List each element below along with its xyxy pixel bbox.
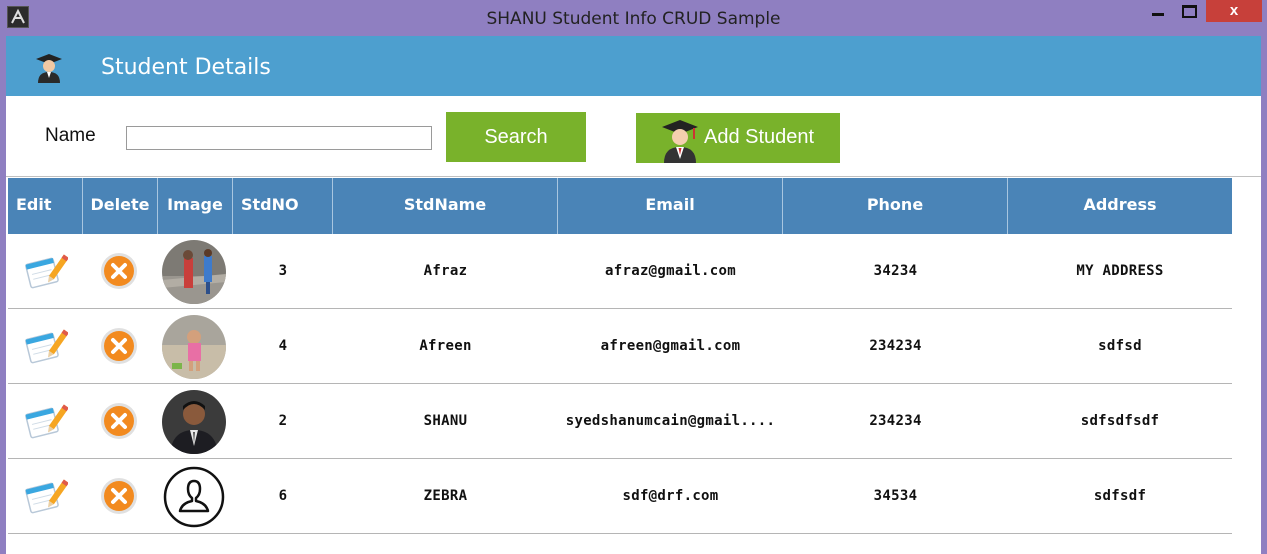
column-header-stdname[interactable]: StdName <box>333 178 558 234</box>
column-header-delete[interactable]: Delete <box>83 178 158 234</box>
column-header-edit[interactable]: Edit <box>8 178 83 234</box>
name-label: Name <box>45 125 96 146</box>
graduate-icon <box>656 115 704 163</box>
delete-icon[interactable] <box>99 251 139 291</box>
minimize-button[interactable] <box>1146 0 1172 22</box>
column-header-phone[interactable]: Phone <box>783 178 1008 234</box>
student-number: 6 <box>278 488 288 504</box>
student-name: ZEBRA <box>423 488 468 504</box>
student-phone: 34534 <box>873 488 918 504</box>
student-photo <box>162 315 226 379</box>
student-email: sdf@drf.com <box>622 488 719 504</box>
graduate-icon <box>32 50 66 84</box>
page-title: Student Details <box>101 55 271 80</box>
edit-icon[interactable] <box>22 251 69 291</box>
delete-icon[interactable] <box>99 326 139 366</box>
student-email: afraz@gmail.com <box>605 263 736 279</box>
student-email: afreen@gmail.com <box>600 338 741 354</box>
student-phone: 234234 <box>869 413 922 429</box>
student-address: sdfsdf <box>1093 488 1147 504</box>
table-row[interactable]: 2 SHANU syedshanumcain@gmail.... 234234 … <box>8 384 1232 459</box>
edit-icon[interactable] <box>22 476 69 516</box>
table-row[interactable]: 6 ZEBRA sdf@drf.com 34534 sdfsdf <box>8 459 1232 534</box>
student-name: Afraz <box>423 263 468 279</box>
add-student-label: Add Student <box>704 126 815 148</box>
add-student-button[interactable]: Add Student <box>636 113 840 163</box>
delete-icon[interactable] <box>99 476 139 516</box>
table-row[interactable]: 3 Afraz afraz@gmail.com 34234 MY ADDRESS <box>8 234 1232 309</box>
table-row[interactable]: 4 Afreen afreen@gmail.com 234234 sdfsd <box>8 309 1232 384</box>
student-phone: 234234 <box>869 338 922 354</box>
name-search-input[interactable] <box>126 126 432 150</box>
student-number: 4 <box>278 338 288 354</box>
edit-icon[interactable] <box>22 401 69 441</box>
page-header: Student Details <box>6 36 1261 96</box>
student-address: MY ADDRESS <box>1076 263 1164 279</box>
column-header-stdno[interactable]: StdNO <box>233 178 333 234</box>
edit-icon[interactable] <box>22 326 69 366</box>
student-photo <box>162 390 226 454</box>
search-button[interactable]: Search <box>446 112 586 162</box>
maximize-button[interactable] <box>1175 0 1201 22</box>
student-address: sdfsdfsdf <box>1080 413 1160 429</box>
student-name: Afreen <box>419 338 472 354</box>
grid-header-row: Edit Delete Image StdNO StdName Email Ph… <box>8 178 1232 234</box>
default-user-icon <box>162 465 226 529</box>
grid-top-border <box>6 176 1261 177</box>
student-name: SHANU <box>423 413 468 429</box>
student-number: 3 <box>278 263 288 279</box>
student-photo <box>162 240 226 304</box>
student-email: syedshanumcain@gmail.... <box>565 413 776 429</box>
student-address: sdfsd <box>1098 338 1142 354</box>
title-bar: SHANU Student Info CRUD Sample x <box>0 0 1267 36</box>
column-header-email[interactable]: Email <box>558 178 783 234</box>
column-header-address[interactable]: Address <box>1008 178 1232 234</box>
column-header-image[interactable]: Image <box>158 178 233 234</box>
close-button[interactable]: x <box>1206 0 1262 22</box>
delete-icon[interactable] <box>99 401 139 441</box>
student-phone: 34234 <box>873 263 918 279</box>
window-title: SHANU Student Info CRUD Sample <box>486 9 781 29</box>
main-window: Student Details Name Search Add Student … <box>6 36 1261 554</box>
student-number: 2 <box>278 413 288 429</box>
